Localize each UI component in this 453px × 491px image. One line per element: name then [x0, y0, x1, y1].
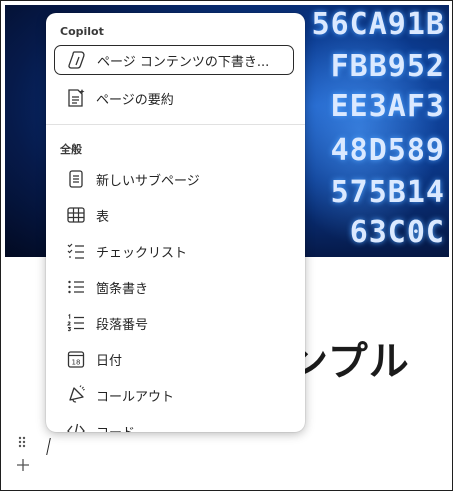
- insert-block-menu: Copilot ページ コンテンツの下書き... ページの要約 全般 新しいサブ…: [46, 13, 305, 432]
- menu-item-checklist[interactable]: チェックリスト: [54, 236, 294, 266]
- text-caret: [46, 438, 51, 455]
- drag-handle-icon[interactable]: [17, 435, 29, 449]
- menu-item-new-subpage[interactable]: 新しいサブページ: [54, 164, 294, 194]
- menu-item-label: コード: [96, 422, 135, 433]
- copilot-icon: [66, 49, 88, 71]
- menu-item-label: コールアウト: [96, 389, 175, 405]
- menu-item-label: ページ コンテンツの下書き...: [97, 54, 270, 70]
- section-label-copilot: Copilot: [60, 25, 104, 38]
- menu-item-label: 表: [96, 209, 110, 225]
- menu-item-callout[interactable]: コールアウト: [54, 380, 294, 410]
- menu-item-table[interactable]: 表: [54, 200, 294, 230]
- menu-item-draft-page-content[interactable]: ページ コンテンツの下書き...: [54, 45, 294, 75]
- menu-item-numbered-list[interactable]: 段落番号: [54, 308, 294, 338]
- page-title[interactable]: ンプル: [288, 329, 410, 387]
- menu-item-label: 箇条書き: [96, 281, 149, 297]
- banner-text-line: 575B14: [330, 175, 445, 210]
- calendar-icon: 18: [65, 348, 87, 370]
- menu-item-date[interactable]: 18 日付: [54, 344, 294, 374]
- banner-text-line: EE3AF3: [330, 89, 445, 124]
- checklist-icon: [65, 240, 87, 262]
- banner-text-line: 48D589: [330, 133, 445, 168]
- menu-item-summarize-page[interactable]: ページの要約: [54, 83, 294, 113]
- menu-item-label: 日付: [96, 353, 123, 369]
- menu-item-label: ページの要約: [96, 92, 174, 108]
- svg-text:18: 18: [72, 358, 81, 366]
- table-icon: [65, 204, 87, 226]
- banner-text-line: 63C0C: [349, 215, 445, 250]
- menu-item-code[interactable]: コード: [54, 416, 294, 432]
- page-canvas: 56CA91B FBB952 EE3AF3 48D589 575B14 63C0…: [0, 0, 453, 491]
- banner-text-line: 56CA91B: [311, 7, 445, 42]
- menu-divider: [46, 124, 305, 125]
- code-icon: [65, 420, 87, 432]
- banner-text-line: FBB952: [330, 49, 445, 84]
- menu-item-label: 新しいサブページ: [96, 173, 200, 189]
- menu-item-label: チェックリスト: [96, 245, 188, 261]
- numbered-list-icon: [65, 312, 87, 334]
- document-sparkle-icon: [65, 87, 87, 109]
- menu-item-bullet-list[interactable]: 箇条書き: [54, 272, 294, 302]
- section-label-general: 全般: [60, 143, 82, 156]
- document-icon: [65, 168, 87, 190]
- bullet-list-icon: [65, 276, 87, 298]
- menu-item-label: 段落番号: [96, 317, 149, 333]
- add-block-plus-icon[interactable]: [15, 457, 33, 475]
- megaphone-icon: [65, 384, 87, 406]
